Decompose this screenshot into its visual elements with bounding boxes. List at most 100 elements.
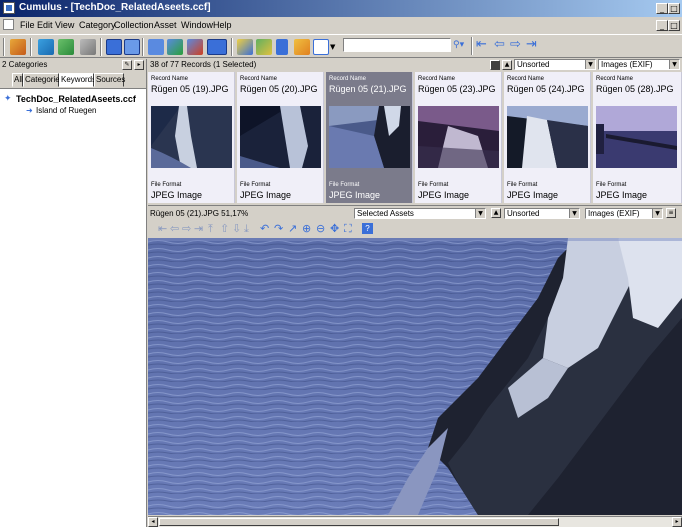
tab-sources[interactable]: Sources xyxy=(94,73,125,87)
file-format-label: File Format xyxy=(596,182,627,188)
app-icon[interactable] xyxy=(3,2,15,14)
view-set-dropdown[interactable]: Images (EXIF) ▼ xyxy=(598,59,680,70)
mdi-restore-button[interactable]: □ xyxy=(668,20,680,31)
preview-view-value: Images (EXIF) xyxy=(588,209,640,218)
menu-help[interactable]: Help xyxy=(213,20,232,30)
record-name: Rügen 05 (21).JPG xyxy=(329,84,407,94)
sort-order-icon[interactable]: ▲ xyxy=(502,60,512,70)
last-record-icon[interactable]: ⇥ xyxy=(526,38,537,52)
record-name-label: Record Name xyxy=(240,76,278,82)
menu-view[interactable]: View xyxy=(55,20,74,30)
minimize-button[interactable]: _ xyxy=(656,3,668,14)
preview-view-dropdown[interactable]: Images (EXIF) ▼ xyxy=(585,208,663,219)
previous-page-icon[interactable]: ⇧ xyxy=(220,223,229,235)
list-view-icon[interactable] xyxy=(124,39,140,55)
menu-edit[interactable]: Edit xyxy=(37,20,53,30)
tab-all[interactable]: All xyxy=(12,73,23,87)
preview-edge xyxy=(528,238,534,516)
file-format-label: File Format xyxy=(418,182,449,188)
scroll-left-icon[interactable]: ◂ xyxy=(148,517,158,527)
menu-window[interactable]: Window xyxy=(181,20,213,30)
category-count: 2 Categories xyxy=(2,60,48,69)
document-icon[interactable] xyxy=(3,19,14,30)
record-card-selected[interactable]: Record Name Rügen 05 (21).JPG File Forma… xyxy=(326,72,413,203)
remove-asset-icon[interactable] xyxy=(187,39,203,55)
zoom-out-icon[interactable]: ⊖ xyxy=(316,223,325,235)
related-assets-icon[interactable] xyxy=(294,39,310,55)
fit-window-icon[interactable]: ⛶ xyxy=(344,223,352,235)
add-asset-icon[interactable] xyxy=(167,39,183,55)
asset-usage-icon[interactable] xyxy=(256,39,272,55)
tab-divider xyxy=(0,88,146,89)
last-record-icon[interactable]: ⇥ xyxy=(194,223,203,235)
maximize-button[interactable]: □ xyxy=(668,3,680,14)
menu-category[interactable]: Category xyxy=(79,20,116,30)
preview-options-icon[interactable]: ≡ xyxy=(666,208,676,218)
scroll-right-icon[interactable]: ▸ xyxy=(672,517,682,527)
view-mode-icon[interactable] xyxy=(490,60,500,70)
sort-order-icon[interactable]: ▲ xyxy=(491,208,501,218)
chevron-down-icon[interactable]: ▼ xyxy=(330,43,335,51)
tree-catalog-root[interactable]: TechDoc_RelatedAseets.ccf xyxy=(16,94,136,104)
chevron-down-icon: ▼ xyxy=(569,209,579,218)
record-card[interactable]: Record Name Rügen 05 (19).JPG File Forma… xyxy=(148,72,235,203)
record-card[interactable]: Record Name Rügen 05 (23).JPG File Forma… xyxy=(415,72,502,203)
category-panel xyxy=(0,59,146,527)
sort-dropdown[interactable]: Unsorted ▼ xyxy=(514,59,596,70)
previous-record-icon[interactable]: ⇦ xyxy=(170,223,179,235)
record-name: Rügen 05 (23).JPG xyxy=(418,84,496,94)
next-record-icon[interactable]: ⇨ xyxy=(182,223,191,235)
first-record-icon[interactable]: ⇤ xyxy=(158,223,167,235)
last-page-icon[interactable]: ⤓ xyxy=(244,223,249,235)
quick-search-input[interactable] xyxy=(343,38,451,52)
record-count: 38 of 77 Records (1 Selected) xyxy=(150,60,257,69)
thumbnail-view-icon[interactable] xyxy=(106,39,122,55)
open-catalog-icon[interactable] xyxy=(38,39,54,55)
zoom-in-icon[interactable]: ⊕ xyxy=(302,223,311,235)
trash-icon[interactable] xyxy=(80,39,96,55)
catalog-icon[interactable] xyxy=(10,39,26,55)
tree-keyword-item[interactable]: Island of Ruegen xyxy=(36,106,97,115)
first-page-icon[interactable]: ⤒ xyxy=(208,223,213,235)
collapse-panel-icon[interactable]: ▸ xyxy=(134,60,144,70)
scope-dropdown[interactable]: Selected Assets ▼ xyxy=(354,208,486,219)
rotate-left-icon[interactable]: ↶ xyxy=(260,223,269,235)
menu-collection[interactable]: Collection xyxy=(114,20,154,30)
connect-icon[interactable] xyxy=(58,39,74,55)
menu-bar: File Edit View Category Collection Asset… xyxy=(0,17,682,34)
previous-record-icon[interactable]: ⇦ xyxy=(494,38,505,52)
first-record-icon[interactable]: ⇤ xyxy=(476,38,487,52)
menu-file[interactable]: File xyxy=(20,20,35,30)
toolbar-separator xyxy=(30,38,32,56)
gallery-view-icon[interactable] xyxy=(148,39,164,55)
gallery-header: 38 of 77 Records (1 Selected) ▲ Unsorted… xyxy=(148,59,682,71)
preview-sort-dropdown[interactable]: Unsorted ▼ xyxy=(504,208,580,219)
preview-horizontal-scrollbar[interactable]: ◂ ▸ xyxy=(148,516,682,527)
record-thumbnail xyxy=(240,106,321,168)
tab-categories[interactable]: Categories xyxy=(23,73,64,87)
rotate-right-icon[interactable]: ↷ xyxy=(274,223,283,235)
tab-keywords[interactable]: Keywords xyxy=(59,73,96,87)
search-icon[interactable]: ⚲▾ xyxy=(453,40,469,51)
find-icon[interactable] xyxy=(313,39,329,55)
categories-icon[interactable] xyxy=(276,39,288,55)
record-card[interactable]: Record Name Rügen 05 (24).JPG File Forma… xyxy=(504,72,591,203)
record-card[interactable]: Record Name Rügen 05 (28).JPG File Forma… xyxy=(593,72,682,203)
info-icon[interactable] xyxy=(237,39,253,55)
next-page-icon[interactable]: ⇩ xyxy=(232,223,241,235)
preview-window-icon[interactable] xyxy=(207,39,227,55)
category-options-icon[interactable]: ✎ xyxy=(122,60,132,70)
scrollbar-thumb[interactable] xyxy=(159,518,559,526)
next-record-icon[interactable]: ⇨ xyxy=(510,38,521,52)
scope-value: Selected Assets xyxy=(357,209,414,218)
record-card[interactable]: Record Name Rügen 05 (20).JPG File Forma… xyxy=(237,72,324,203)
redo-icon[interactable]: ↗ xyxy=(288,223,297,235)
help-icon[interactable]: ? xyxy=(362,223,373,234)
preview-info: Rügen 05 (21).JPG 51,17% xyxy=(150,209,249,218)
chevron-down-icon: ▼ xyxy=(475,209,485,218)
record-thumbnail xyxy=(507,106,588,168)
menu-asset[interactable]: Asset xyxy=(154,20,177,30)
move-icon[interactable]: ✥ xyxy=(330,223,339,235)
mdi-minimize-button[interactable]: _ xyxy=(656,20,668,31)
record-name-label: Record Name xyxy=(329,76,367,82)
